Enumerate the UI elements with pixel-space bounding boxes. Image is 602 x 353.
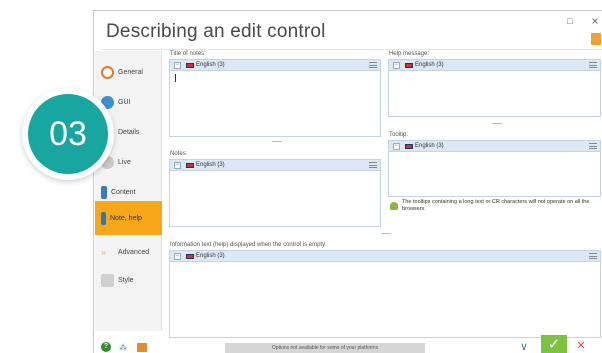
ok-button[interactable]: ✓ (541, 335, 567, 353)
bottom-bar: ? ⁂ Options not available for some of yo… (95, 335, 602, 353)
close-button[interactable]: × (585, 13, 602, 29)
sidebar-item-style[interactable]: Style (95, 265, 162, 295)
language-bar: − English (3) (389, 60, 600, 71)
language-label: English (3) (196, 253, 225, 259)
screenshot-stage: Describing an edit control □ × General G… (0, 0, 602, 353)
sidebar-item-label: Live (118, 158, 131, 166)
help-message-field[interactable]: − English (3) (388, 59, 601, 117)
splitter-handle[interactable] (272, 141, 282, 142)
menu-icon[interactable] (369, 162, 377, 168)
sidebar-item-advanced[interactable]: » Advanced (95, 237, 162, 267)
uk-flag-icon (186, 62, 194, 68)
language-label: English (3) (415, 62, 444, 68)
information-text-field[interactable]: − English (3) (169, 250, 601, 338)
language-label: English (3) (415, 143, 444, 149)
notes-field[interactable]: − English (3) (169, 159, 381, 227)
title-of-notes-field[interactable]: − English (3) (169, 59, 381, 137)
sidebar-item-label: Content (111, 188, 136, 196)
sidebar-item-label: Details (118, 128, 140, 136)
advanced-icon: » (101, 246, 107, 257)
menu-icon[interactable] (589, 253, 597, 259)
sidebar-item-general[interactable]: General (95, 57, 162, 87)
uk-flag-icon (186, 253, 194, 259)
tree-icon[interactable]: ⁂ (119, 343, 129, 352)
maximize-button[interactable]: □ (560, 13, 580, 29)
platform-status-bar: Options not available for some of your p… (225, 343, 425, 353)
menu-icon[interactable] (589, 62, 597, 68)
language-label: English (3) (196, 62, 225, 68)
note-icon (101, 211, 106, 225)
step-badge: 03 (28, 94, 108, 174)
tooltip-warning-text: The tooltips containing a long text or C… (402, 199, 590, 212)
collapse-icon[interactable]: − (174, 252, 181, 260)
sidebar-item-note-help[interactable]: Note, help (95, 201, 162, 235)
tool-icon[interactable] (137, 343, 147, 352)
language-bar: − English (3) (170, 251, 600, 262)
notes-label: Notes: (170, 151, 188, 157)
uk-flag-icon (405, 62, 413, 68)
help-icon[interactable]: ? (101, 342, 111, 352)
help-message-label: Help message: (389, 51, 430, 57)
tag-icon (591, 33, 601, 45)
information-text-label: Information text (help) displayed when t… (170, 242, 327, 248)
splitter-handle[interactable] (492, 123, 502, 124)
language-bar: − English (3) (170, 60, 380, 71)
sidebar-nav: General GUI Details Live Content Note, h… (95, 51, 162, 331)
dialog-title: Describing an edit control (106, 21, 326, 42)
cancel-button[interactable]: ✕ (571, 339, 591, 353)
tooltip-field[interactable]: − English (3) (388, 140, 601, 197)
language-bar: − English (3) (170, 160, 380, 171)
sidebar-item-label: General (118, 68, 143, 76)
language-bar: − English (3) (389, 141, 600, 152)
collapse-icon[interactable]: − (174, 61, 181, 69)
sidebar-item-label: Style (118, 276, 134, 284)
sidebar-item-label: Note, help (110, 214, 142, 222)
collapse-icon[interactable]: − (174, 161, 181, 169)
title-of-notes-label: Title of notes: (170, 51, 206, 57)
style-icon (101, 273, 114, 287)
menu-icon[interactable] (369, 62, 377, 68)
general-icon (101, 65, 114, 79)
content-icon (101, 185, 107, 199)
splitter-handle[interactable] (381, 233, 391, 234)
menu-icon[interactable] (589, 143, 597, 149)
chevron-down-icon[interactable]: ∨ (513, 341, 535, 353)
language-label: English (3) (196, 162, 225, 168)
edit-control-dialog: Describing an edit control □ × General G… (93, 10, 602, 353)
collapse-icon[interactable]: − (393, 142, 400, 150)
warning-icon (390, 202, 398, 210)
sidebar-item-label: Advanced (118, 248, 150, 256)
sidebar-item-label: GUI (118, 98, 131, 106)
text-caret (175, 74, 176, 82)
uk-flag-icon (186, 162, 194, 168)
collapse-icon[interactable]: − (393, 61, 400, 69)
uk-flag-icon (405, 143, 413, 149)
title-divider (102, 49, 602, 50)
tooltip-label: Tooltip: (389, 132, 409, 138)
